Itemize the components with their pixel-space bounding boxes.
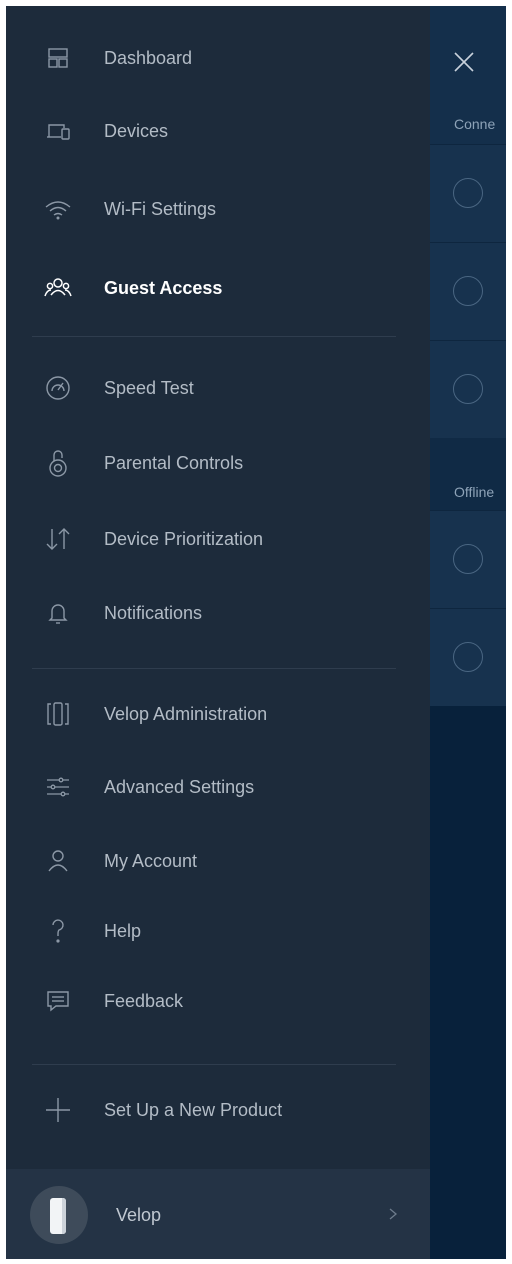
sliders-icon [44, 773, 72, 801]
menu-item-label: Speed Test [104, 378, 194, 398]
person-icon [44, 847, 72, 875]
menu-item-label: Help [104, 921, 142, 941]
device-row[interactable] [430, 608, 506, 706]
menu-divider [32, 668, 396, 669]
app-screen: Conne Offline Dashboard Devices Wi-Fi Se… [6, 6, 506, 1259]
status-ring-icon [453, 178, 483, 208]
menu-divider [32, 336, 396, 337]
status-ring-icon [453, 642, 483, 672]
menu-item-label: Guest Access [104, 278, 223, 298]
devices-icon [44, 117, 72, 145]
dashboard-icon [44, 44, 72, 72]
menu-divider [32, 1064, 396, 1065]
menu-item-label: Devices [104, 121, 169, 141]
menu-item-label: Device Prioritization [104, 529, 264, 549]
plus-icon [44, 1096, 72, 1124]
menu-item-dashboard[interactable]: Dashboard [6, 30, 430, 86]
status-ring-icon [453, 544, 483, 574]
menu-item-label: Wi-Fi Settings [104, 199, 217, 219]
menu-item-label: Dashboard [104, 48, 193, 68]
menu-item-parental-controls[interactable]: Parental Controls [6, 435, 430, 491]
velop-device-avatar [30, 1186, 88, 1244]
footer-label: Velop [116, 1205, 162, 1225]
menu-item-feedback[interactable]: Feedback [6, 973, 430, 1029]
chat-bubble-icon [44, 987, 72, 1015]
velop-footer-row[interactable]: Velop [6, 1169, 430, 1259]
device-row[interactable] [430, 144, 506, 242]
menu-item-help[interactable]: Help [6, 903, 430, 959]
chevron-right-icon [389, 1208, 398, 1220]
bell-icon [44, 599, 72, 627]
menu-item-label: My Account [104, 851, 198, 871]
menu-item-notifications[interactable]: Notifications [6, 585, 430, 641]
device-row[interactable] [430, 242, 506, 340]
menu-item-speed-test[interactable]: Speed Test [6, 360, 430, 416]
menu-item-label: Notifications [104, 603, 203, 623]
menu-item-devices[interactable]: Devices [6, 103, 430, 159]
menu-item-label: Set Up a New Product [104, 1100, 283, 1120]
priority-arrows-icon [44, 525, 72, 553]
navigation-drawer: Dashboard Devices Wi-Fi Settings Guest A… [6, 6, 430, 1259]
lock-icon [44, 449, 72, 477]
menu-item-label: Parental Controls [104, 453, 244, 473]
section-label-connected: Conne [454, 116, 496, 132]
device-row[interactable] [430, 340, 506, 438]
status-ring-icon [453, 276, 483, 306]
guests-icon [44, 274, 72, 302]
menu-item-label: Advanced Settings [104, 777, 255, 797]
menu-item-device-prioritization[interactable]: Device Prioritization [6, 511, 430, 567]
close-icon[interactable] [452, 50, 476, 74]
menu-item-setup-new-product[interactable]: Set Up a New Product [6, 1082, 430, 1138]
menu-item-velop-administration[interactable]: Velop Administration [6, 686, 430, 742]
menu-item-label: Velop Administration [104, 704, 268, 724]
velop-node-icon [44, 700, 72, 728]
device-row[interactable] [430, 510, 506, 608]
menu-item-wifi-settings[interactable]: Wi-Fi Settings [6, 181, 430, 237]
status-ring-icon [453, 374, 483, 404]
section-label-offline: Offline [454, 484, 495, 500]
speedometer-icon [44, 374, 72, 402]
wifi-icon [44, 195, 72, 223]
menu-item-my-account[interactable]: My Account [6, 833, 430, 889]
question-icon [44, 917, 72, 945]
menu-item-guest-access[interactable]: Guest Access [6, 260, 430, 316]
menu-item-advanced-settings[interactable]: Advanced Settings [6, 759, 430, 815]
menu-item-label: Feedback [104, 991, 184, 1011]
